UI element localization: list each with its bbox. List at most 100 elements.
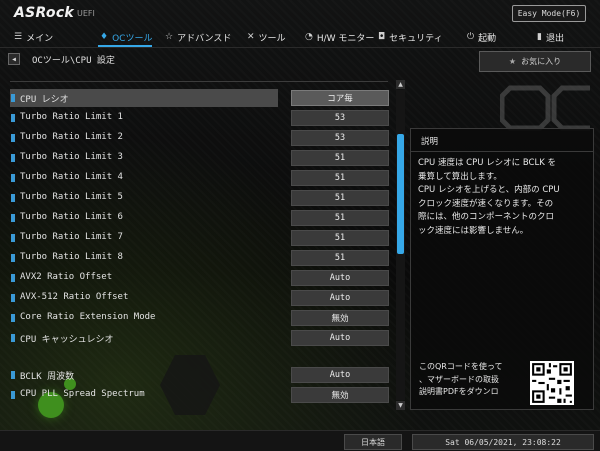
qr-code-icon: [530, 361, 574, 405]
row-indicator: [11, 391, 15, 399]
tab-label: ツール: [258, 33, 286, 44]
settings-list: CPU レシオ コア毎 Turbo Ratio Limit 1 53 Turbo…: [10, 89, 390, 405]
monitor-icon: ◔: [305, 32, 313, 42]
status-bar: 日本語 Sat 06/05/2021, 23:08:22: [0, 430, 600, 451]
star-icon: ☆: [165, 32, 174, 42]
tab-hw-monitor[interactable]: ◔ H/W モニター: [305, 29, 374, 45]
setting-row-turbo-6[interactable]: Turbo Ratio Limit 6 51: [10, 209, 390, 227]
setting-value[interactable]: 51: [291, 230, 389, 246]
setting-row-turbo-8[interactable]: Turbo Ratio Limit 8 51: [10, 249, 390, 267]
setting-value[interactable]: Auto: [291, 270, 389, 286]
setting-value[interactable]: Auto: [291, 330, 389, 346]
setting-value[interactable]: Auto: [291, 290, 389, 306]
setting-label: Turbo Ratio Limit 6: [20, 212, 123, 222]
back-button[interactable]: ◀: [8, 53, 20, 65]
setting-row-turbo-3[interactable]: Turbo Ratio Limit 3 51: [10, 149, 390, 167]
setting-label: CPU PLL Spread Spectrum: [20, 389, 145, 399]
row-indicator: [11, 94, 15, 102]
tab-security[interactable]: ◘ セキュリティ: [378, 29, 443, 45]
scroll-down-icon[interactable]: ▼: [396, 401, 405, 410]
tab-label: H/W モニター: [316, 33, 375, 44]
shield-icon: ◘: [378, 32, 386, 42]
description-title: 説明: [421, 137, 439, 147]
row-indicator: [11, 314, 15, 322]
setting-row-turbo-7[interactable]: Turbo Ratio Limit 7 51: [10, 229, 390, 247]
setting-label: Turbo Ratio Limit 7: [20, 232, 123, 242]
setting-label: Turbo Ratio Limit 1: [20, 112, 123, 122]
setting-label: Core Ratio Extension Mode: [20, 312, 156, 322]
back-arrow-icon: ◀: [12, 55, 16, 63]
setting-value[interactable]: 無効: [291, 387, 389, 403]
breadcrumb-path: OCツール\CPU 設定: [32, 55, 115, 66]
row-indicator: [11, 174, 15, 182]
setting-row-turbo-2[interactable]: Turbo Ratio Limit 2 53: [10, 129, 390, 147]
setting-row-turbo-5[interactable]: Turbo Ratio Limit 5 51: [10, 189, 390, 207]
setting-value[interactable]: 51: [291, 150, 389, 166]
row-indicator: [11, 154, 15, 162]
main-nav: ☰ メイン ♦ OCツール ☆ アドバンスド ✕ ツール ◔ H/W モニター …: [0, 27, 600, 48]
setting-row-avx512-offset[interactable]: AVX-512 Ratio Offset Auto: [10, 289, 390, 307]
setting-label: Turbo Ratio Limit 3: [20, 152, 123, 162]
setting-value[interactable]: 51: [291, 170, 389, 186]
row-indicator: [11, 234, 15, 242]
setting-label: CPU レシオ: [20, 95, 69, 105]
favorite-label: お気に入り: [521, 57, 562, 66]
power-icon: ⏻: [467, 32, 475, 42]
row-indicator: [11, 194, 15, 202]
row-indicator: [11, 274, 15, 282]
top-bar: ASRock UEFI Easy Mode(F6): [0, 0, 600, 24]
breadcrumb: ◀ OCツール\CPU 設定: [8, 52, 115, 66]
setting-row-turbo-1[interactable]: Turbo Ratio Limit 1 53: [10, 109, 390, 127]
scroll-up-icon[interactable]: ▲: [396, 80, 405, 89]
row-indicator: [11, 134, 15, 142]
tab-main[interactable]: ☰ メイン: [14, 29, 53, 45]
setting-value[interactable]: 51: [291, 250, 389, 266]
setting-row-cache-ratio[interactable]: CPU キャッシュレシオ Auto: [10, 329, 390, 347]
setting-value[interactable]: 53: [291, 130, 389, 146]
setting-value[interactable]: Auto: [291, 367, 389, 383]
settings-scrollbar[interactable]: ▲ ▼: [396, 80, 406, 410]
language-button[interactable]: 日本語: [344, 434, 402, 450]
setting-label: Turbo Ratio Limit 4: [20, 172, 123, 182]
tab-label: メイン: [26, 33, 54, 44]
qr-caption: このQRコードを使って 、マザーボードの取扱 説明書PDFをダウンロ: [419, 362, 503, 396]
setting-row-cpu-ratio[interactable]: CPU レシオ コア毎: [10, 89, 390, 107]
favorite-button[interactable]: ★ お気に入り: [479, 51, 591, 72]
row-indicator: [11, 114, 15, 122]
tab-label: OCツール: [112, 33, 153, 44]
setting-row-core-ratio-ext[interactable]: Core Ratio Extension Mode 無効: [10, 309, 390, 327]
scroll-track[interactable]: [396, 90, 405, 400]
tools-icon: ✕: [247, 32, 255, 42]
setting-label: CPU キャッシュレシオ: [20, 335, 114, 345]
setting-label: AVX2 Ratio Offset: [20, 272, 113, 282]
star-icon: ★: [508, 57, 517, 66]
active-tab-indicator: [98, 45, 152, 47]
tab-tools[interactable]: ✕ ツール: [247, 29, 286, 45]
setting-label: Turbo Ratio Limit 5: [20, 192, 123, 202]
tab-oc-tweaker[interactable]: ♦ OCツール: [100, 29, 152, 45]
asrock-logo: ASRock: [14, 5, 75, 21]
tab-advanced[interactable]: ☆ アドバンスド: [165, 29, 231, 45]
setting-value[interactable]: 51: [291, 190, 389, 206]
tab-label: セキュリティ: [389, 33, 443, 44]
tab-exit[interactable]: ▮ 退出: [537, 29, 564, 45]
scroll-thumb[interactable]: [397, 134, 404, 254]
setting-value[interactable]: 53: [291, 110, 389, 126]
row-indicator: [11, 334, 15, 342]
setting-label: Turbo Ratio Limit 2: [20, 132, 123, 142]
tab-label: アドバンスド: [177, 33, 232, 44]
setting-row-avx2-offset[interactable]: AVX2 Ratio Offset Auto: [10, 269, 390, 287]
menu-icon: ☰: [14, 32, 23, 42]
tab-label: 退出: [545, 33, 564, 44]
row-indicator: [11, 254, 15, 262]
setting-row-turbo-4[interactable]: Turbo Ratio Limit 4 51: [10, 169, 390, 187]
setting-value[interactable]: 無効: [291, 310, 389, 326]
setting-value[interactable]: コア毎: [291, 90, 389, 106]
setting-value[interactable]: 51: [291, 210, 389, 226]
setting-row-bclk[interactable]: BCLK 周波数 Auto: [10, 366, 390, 384]
divider: [411, 151, 593, 152]
setting-label: Turbo Ratio Limit 8: [20, 252, 123, 262]
setting-row-pll-spread[interactable]: CPU PLL Spread Spectrum 無効: [10, 386, 390, 404]
tab-boot[interactable]: ⏻ 起動: [467, 29, 496, 45]
easy-mode-button[interactable]: Easy Mode(F6): [512, 5, 586, 22]
